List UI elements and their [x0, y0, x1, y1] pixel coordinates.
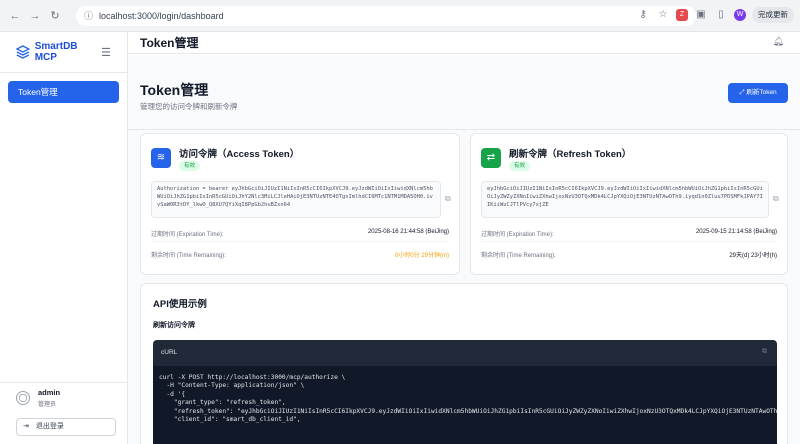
url-text: localhost:3000/login/dashboard [99, 10, 224, 21]
layers-icon: ≋ [151, 148, 171, 168]
page-title: Token管理 [140, 82, 209, 98]
sidebar-item-token[interactable]: Token管理 [8, 81, 119, 103]
copy-icon[interactable]: ⧉ [445, 194, 451, 204]
row-divider [151, 241, 449, 242]
api-example-card: API使用示例 刷新访问令牌 cURL ⧉ curl -X POST http:… [140, 283, 788, 444]
refresh-token-card: ⇄ 刷新令牌（Refresh Token） 有效 eyJhbGciOiJIUzI… [470, 133, 788, 275]
page-subtitle: 管理您的访问令牌和刷新令牌 [140, 102, 238, 111]
sidebar-divider [0, 72, 127, 73]
access-token-card: ≋ 访问令牌（Access Token） 有效 Authorization = … [140, 133, 460, 275]
brand-name: SmartDB MCP [34, 41, 78, 63]
address-bar[interactable]: ⓘ localhost:3000/login/dashboard [76, 5, 696, 26]
update-button[interactable]: 完成更新 [752, 7, 794, 23]
header-divider [128, 129, 800, 130]
copy-icon[interactable]: ⧉ [773, 194, 779, 204]
logout-icon: ⇥ [23, 423, 29, 430]
forward-icon[interactable]: → [28, 9, 42, 23]
user-name: admin [38, 387, 61, 397]
key-icon[interactable]: ⚷ [636, 8, 650, 22]
access-token-value[interactable]: Authorization = bearer eyJhbGciOiJIUzI1N… [151, 181, 441, 218]
logout-button[interactable]: ⇥ 退出登录 [16, 418, 116, 436]
profile-avatar[interactable]: W [734, 9, 746, 21]
refresh-token-label: 刷新Token [746, 89, 777, 96]
refresh-token-value[interactable]: eyJhbGciOiJIUzI1NiIsInR5cCI6IkpXVCJ9.eyJ… [481, 181, 769, 218]
expire-value: 2025-08-16 21:44:58 (BeiJing) [367, 229, 449, 235]
row-divider [481, 241, 777, 242]
refresh-token-button[interactable]: ⤢ 刷新Token [728, 83, 788, 103]
remain-value: 0小时0分 29分钟(m) [394, 253, 449, 259]
menu-icon[interactable]: ☰ [101, 46, 111, 59]
code-header: cURL ⧉ [153, 340, 777, 366]
star-icon[interactable]: ☆ [656, 8, 670, 22]
extension-icon[interactable]: Z [676, 9, 688, 21]
expire-label: 过期时间 (Expiration Time): [151, 232, 224, 238]
status-badge: 有效 [179, 161, 201, 171]
refresh-arrows-icon: ⇄ [481, 148, 501, 168]
api-title: API使用示例 [153, 299, 207, 310]
reload-icon[interactable]: ↻ [48, 9, 62, 23]
code-block[interactable]: curl -X POST http://localhost:3000/mcp/a… [153, 366, 777, 444]
expire-label: 过期时间 (Expiration Time): [481, 232, 554, 238]
brand: SmartDB MCP ☰ [0, 38, 127, 66]
main-content: Token管理 管理您的访问令牌和刷新令牌 ⤢ 刷新Token ≋ 访问令牌（A… [128, 55, 800, 444]
stack-logo-icon [16, 45, 30, 59]
status-badge: 有效 [509, 161, 531, 171]
refresh-token-title: 刷新令牌（Refresh Token） [509, 149, 632, 160]
refresh-icon: ⤢ [739, 89, 745, 96]
topbar-title: Token管理 [140, 36, 199, 50]
topbar: Token管理 🔔︎ [128, 32, 800, 54]
user-icon: ◯ [16, 390, 30, 405]
browser-toolbar: ← → ↻ ⓘ localhost:3000/login/dashboard ⚷… [0, 0, 800, 32]
sidepanel-icon[interactable]: ▯ [714, 8, 728, 22]
bell-icon[interactable]: 🔔︎ [773, 36, 784, 47]
copy-icon[interactable]: ⧉ [762, 348, 767, 356]
remain-value: 29天(d) 23小时(h) [729, 253, 777, 259]
sidebar: SmartDB MCP ☰ Token管理 ◯ admin 管理员 ⇥ 退出登录 [0, 32, 128, 444]
user-role: 管理员 [38, 401, 57, 408]
site-info-icon[interactable]: ⓘ [84, 9, 93, 22]
expire-value: 2025-09-15 21:14:58 (BeiJing) [695, 229, 777, 235]
back-icon[interactable]: ← [8, 9, 22, 23]
remain-label: 剩余时间 (Time Remaining): [481, 253, 556, 259]
code-language: cURL [161, 349, 178, 356]
access-token-title: 访问令牌（Access Token） [179, 149, 300, 160]
api-subtitle: 刷新访问令牌 [153, 322, 195, 329]
logout-label: 退出登录 [35, 423, 64, 430]
puzzle-icon[interactable]: ▣ [694, 8, 708, 22]
user-info: ◯ admin 管理员 [0, 382, 127, 412]
remain-label: 剩余时间 (Time Remaining): [151, 253, 226, 259]
